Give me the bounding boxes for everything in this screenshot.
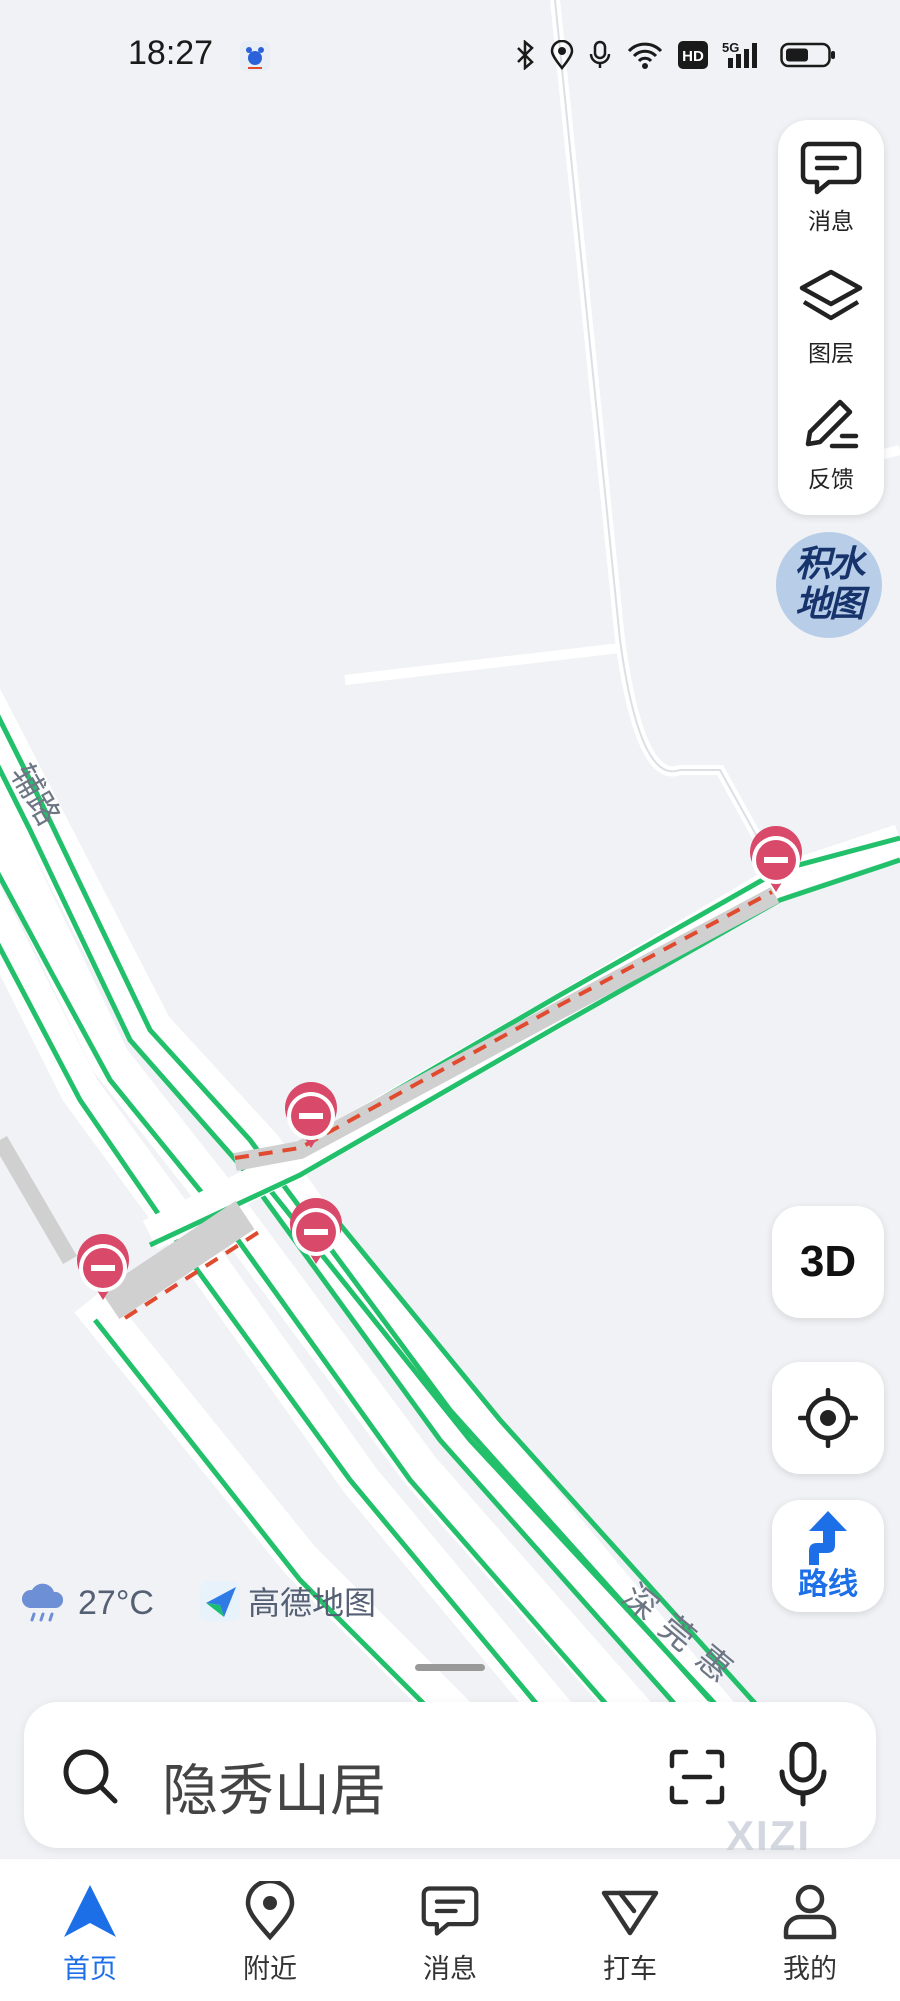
amap-logo-icon [200,1581,240,1621]
rain-cloud-icon [21,1583,64,1622]
voice-search-icon[interactable] [778,1742,828,1808]
tab-nearby-label: 附近 [243,1954,297,1985]
bluetooth-icon [517,40,534,70]
microphone-icon [589,40,611,68]
location-icon [550,40,574,70]
layers-label: 图层 [808,341,854,367]
route-button[interactable]: 路线 [772,1500,884,1612]
map-canvas[interactable]: 辅路 深莞惠 [0,0,900,2000]
status-time: 18:27 [128,34,214,72]
tab-home[interactable]: 首页 [30,1859,150,2001]
messages-label: 消息 [808,209,854,235]
tab-profile[interactable]: 我的 [750,1859,870,2001]
weather-widget[interactable]: 27°C [18,1578,154,1628]
tab-taxi-label: 打车 [603,1954,657,1985]
tab-messages[interactable]: 消息 [390,1859,510,2001]
navigation-arrow-icon [64,1885,116,1937]
search-icon [63,1749,118,1804]
location-pin-icon [245,1881,295,1941]
map-tools-panel: 消息 图层 反馈 [778,120,884,515]
tab-profile-label: 我的 [783,1954,837,1985]
feedback-label: 反馈 [808,467,854,493]
scan-icon[interactable] [668,1748,726,1806]
network-label: 5G [722,40,739,55]
route-arrow-icon [809,1511,847,1565]
layers-button[interactable]: 图层 [778,268,884,388]
watermark: XIZI [726,1812,812,1859]
sheet-drag-handle[interactable] [415,1664,485,1671]
amap-brand: 高德地图 [198,1578,376,1624]
hd-icon: HD [678,41,708,69]
message-icon [800,141,862,195]
feedback-button[interactable]: 反馈 [778,396,884,516]
crosshair-icon [798,1388,858,1448]
route-label: 路线 [798,1567,858,1602]
waterlogging-map-button[interactable]: 积水 地图 [776,532,882,638]
water-map-line1: 积水 [794,544,865,585]
taxi-icon [601,1890,659,1936]
baidu-app-icon [240,41,270,71]
tab-home-label: 首页 [63,1954,117,1985]
bottom-tab-bar: 首页 附近 消息 打车 我的 [0,1858,900,2001]
message-icon [421,1886,479,1936]
layers-icon [799,269,863,321]
3d-toggle-button[interactable]: 3D [772,1206,884,1318]
locate-me-button[interactable] [772,1362,884,1474]
amap-name: 高德地图 [248,1584,377,1622]
tab-nearby[interactable]: 附近 [210,1859,330,2001]
user-icon [783,1884,837,1940]
messages-button[interactable]: 消息 [778,140,884,260]
battery-icon [780,42,835,68]
water-map-line2: 地图 [794,584,865,625]
hd-label: HD [682,48,704,65]
temperature: 27°C [78,1583,154,1622]
tab-messages-label: 消息 [423,1954,477,1985]
edit-feedback-icon [805,399,859,449]
wifi-icon [627,42,663,69]
status-bar: 18:27 HD 5G [0,0,900,115]
tab-taxi[interactable]: 打车 [570,1859,690,2001]
search-placeholder: 隐秀山居 [162,1759,386,1824]
signal-5g-icon: 5G [722,40,757,68]
